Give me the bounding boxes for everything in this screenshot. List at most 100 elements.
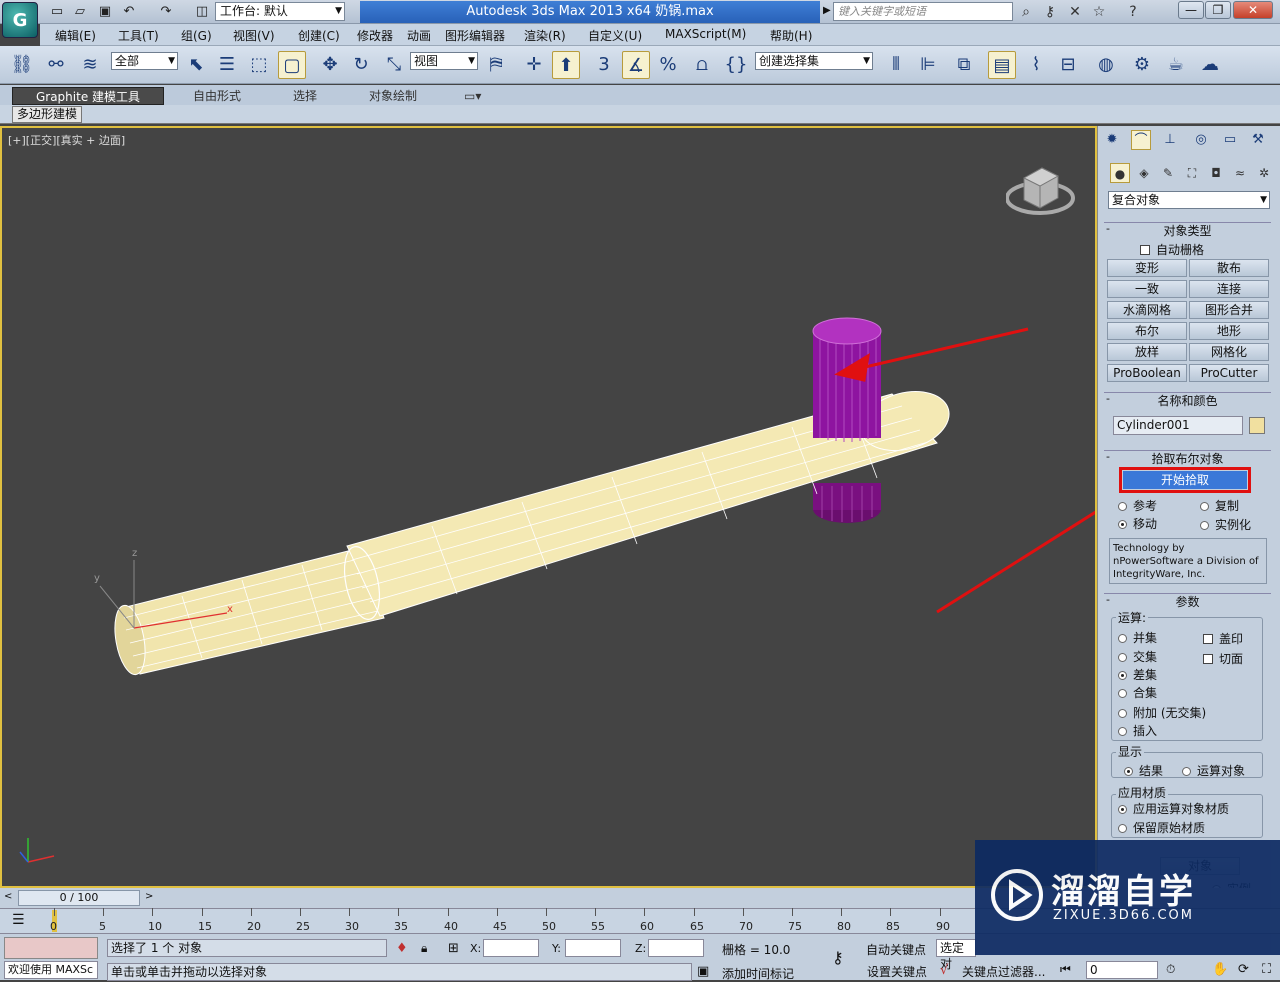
- object-color-swatch[interactable]: [1249, 417, 1265, 434]
- menu-tools[interactable]: 工具(T): [118, 27, 159, 44]
- new-file-icon[interactable]: ▭: [48, 3, 66, 20]
- redo-icon[interactable]: ↷: [157, 3, 175, 20]
- time-tag-icon[interactable]: ▣: [697, 964, 709, 979]
- perspective-viewport[interactable]: [+][正交][真实 + 边面] x y z: [0, 126, 1097, 888]
- radio-attach[interactable]: 附加 (无交集): [1118, 704, 1206, 721]
- snap-toggle-icon[interactable]: 3: [590, 51, 618, 79]
- project-folder-icon[interactable]: ◫: [193, 3, 211, 20]
- menu-group[interactable]: 组(G): [181, 27, 212, 44]
- radio-copy[interactable]: 复制: [1200, 497, 1239, 514]
- layer-manager-icon[interactable]: ⧉: [950, 51, 978, 79]
- menu-customize[interactable]: 自定义(U): [588, 27, 642, 44]
- key-mode-icon[interactable]: ⚷: [832, 948, 844, 967]
- selection-filter-dropdown[interactable]: 全部 ▼: [111, 52, 178, 70]
- autogrid-checkbox[interactable]: 自动栅格: [1140, 241, 1204, 258]
- menu-graph-editors[interactable]: 图形编辑器: [445, 27, 505, 44]
- parameters-rollout-header[interactable]: - 参数: [1104, 593, 1271, 609]
- autokey-button[interactable]: 自动关键点: [866, 941, 926, 958]
- pivot-center-icon[interactable]: ⛿: [482, 51, 510, 79]
- maximize-viewport-icon[interactable]: ⛶: [1262, 962, 1271, 977]
- tab-graphite-modeling[interactable]: Graphite 建模工具: [12, 87, 164, 105]
- undo-icon[interactable]: ↶: [120, 3, 138, 20]
- named-selection-dropdown[interactable]: 创建选择集 ▼: [755, 52, 873, 70]
- radio-union[interactable]: 并集: [1118, 629, 1157, 646]
- radio-display-operands[interactable]: 运算对象: [1182, 762, 1245, 779]
- radio-insert[interactable]: 插入: [1118, 722, 1157, 739]
- render-production-icon[interactable]: ☁: [1196, 51, 1224, 79]
- workspace-dropdown[interactable]: 工作台: 默认 ▼: [215, 2, 345, 21]
- angle-snap-icon[interactable]: ∡: [622, 51, 650, 79]
- tab-freeform[interactable]: 自由形式: [193, 87, 241, 105]
- tab-selection[interactable]: 选择: [293, 87, 317, 105]
- curve-editor-mini-icon[interactable]: ☰: [12, 912, 25, 928]
- start-pick-button[interactable]: 开始拾取: [1123, 471, 1247, 489]
- select-by-name-icon[interactable]: ☰: [213, 51, 241, 79]
- radio-keep-original-material[interactable]: 保留原始材质: [1118, 819, 1205, 836]
- radio-reference[interactable]: 参考: [1118, 497, 1157, 514]
- lights-icon[interactable]: ✎: [1158, 163, 1178, 183]
- key-filters-button[interactable]: 关键点过滤器...: [962, 963, 1045, 980]
- terrain-button[interactable]: 地形: [1189, 322, 1269, 340]
- radio-instance[interactable]: 实例化: [1200, 516, 1251, 533]
- time-slider[interactable]: 0 / 100: [18, 890, 140, 906]
- create-panel-icon[interactable]: ✹: [1102, 130, 1122, 150]
- keyboard-shortcut-override-icon[interactable]: ⬆: [552, 51, 580, 79]
- name-color-rollout-header[interactable]: - 名称和颜色: [1104, 392, 1271, 408]
- display-panel-icon[interactable]: ▭: [1220, 130, 1240, 150]
- helpers-icon[interactable]: ◘: [1206, 163, 1226, 183]
- edit-named-selection-icon[interactable]: {}: [722, 51, 750, 79]
- menu-animation[interactable]: 动画: [407, 27, 431, 44]
- percent-snap-icon[interactable]: %: [654, 51, 682, 79]
- keyword-search-input[interactable]: 键入关键字或短语: [833, 2, 1013, 21]
- select-manipulate-icon[interactable]: ✛: [520, 51, 548, 79]
- radio-move[interactable]: 移动: [1118, 515, 1157, 532]
- isolate-icon[interactable]: ♦: [396, 941, 408, 956]
- rectangular-selection-icon[interactable]: ⬚: [245, 51, 273, 79]
- material-editor-icon[interactable]: ◍: [1092, 51, 1120, 79]
- help-icon[interactable]: ?: [1124, 3, 1142, 21]
- key-selection-dropdown[interactable]: 选定对: [936, 939, 976, 971]
- cameras-icon[interactable]: ⛶: [1182, 163, 1202, 183]
- z-coord-field[interactable]: [648, 939, 704, 957]
- radio-subtraction[interactable]: 差集: [1118, 666, 1157, 683]
- utilities-panel-icon[interactable]: ⚒: [1248, 130, 1268, 150]
- current-frame-field[interactable]: 0: [1086, 961, 1158, 979]
- viewcube-icon[interactable]: [1006, 160, 1076, 220]
- spinner-snap-icon[interactable]: ⩍: [688, 51, 716, 79]
- schematic-view-icon[interactable]: ⊟: [1054, 51, 1082, 79]
- minimize-button[interactable]: —: [1178, 1, 1204, 19]
- window-crossing-icon[interactable]: ▢: [278, 51, 306, 79]
- key-icon[interactable]: ⚷: [1041, 3, 1059, 21]
- cut-checkbox[interactable]: 切面: [1203, 650, 1243, 667]
- menu-create[interactable]: 创建(C): [298, 27, 340, 44]
- morph-button[interactable]: 变形: [1107, 259, 1187, 277]
- orbit-icon[interactable]: ⟳: [1238, 962, 1249, 977]
- ribbon-options-icon[interactable]: ▭▾: [464, 87, 481, 105]
- maxscript-mini-listener[interactable]: [4, 937, 98, 959]
- modify-panel-icon[interactable]: ⌒: [1131, 130, 1151, 150]
- shapes-icon[interactable]: ◈: [1134, 163, 1154, 183]
- tab-polygon-modeling[interactable]: 多边形建模: [12, 106, 83, 123]
- scale-icon[interactable]: ⤡: [380, 51, 408, 79]
- mirror-icon[interactable]: ⫴: [882, 51, 910, 79]
- x-coord-field[interactable]: [483, 939, 539, 957]
- bind-space-warp-icon[interactable]: ≋: [76, 51, 104, 79]
- systems-icon[interactable]: ✲: [1254, 163, 1274, 183]
- radio-display-result[interactable]: 结果: [1124, 762, 1163, 779]
- save-icon[interactable]: ▣: [96, 3, 114, 20]
- menu-views[interactable]: 视图(V): [233, 27, 275, 44]
- close-button[interactable]: ✕: [1233, 1, 1273, 19]
- scatter-button[interactable]: 散布: [1189, 259, 1269, 277]
- graphite-toggle-icon[interactable]: ▤: [988, 51, 1016, 79]
- conform-button[interactable]: 一致: [1107, 280, 1187, 298]
- menu-modifiers[interactable]: 修改器: [357, 27, 393, 44]
- hierarchy-panel-icon[interactable]: ⊥: [1160, 130, 1180, 150]
- motion-panel-icon[interactable]: ◎: [1191, 130, 1211, 150]
- add-time-tag[interactable]: 添加时间标记: [722, 965, 794, 982]
- star-icon[interactable]: ☆: [1090, 3, 1108, 21]
- open-file-icon[interactable]: ▱: [71, 3, 89, 20]
- rendered-frame-icon[interactable]: ☕: [1162, 51, 1190, 79]
- category-dropdown[interactable]: 复合对象 ▼: [1108, 191, 1270, 209]
- connect-button[interactable]: 连接: [1189, 280, 1269, 298]
- rotate-icon[interactable]: ↻: [347, 51, 375, 79]
